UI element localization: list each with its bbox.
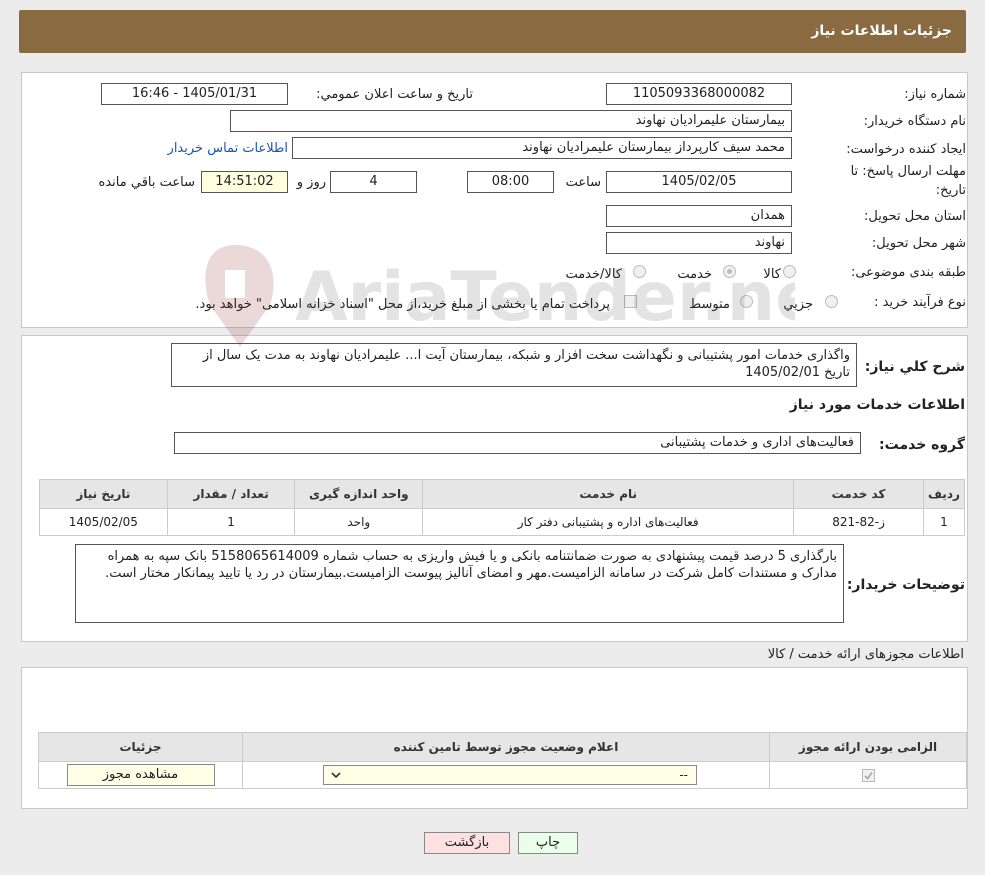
deadline-time-field: 08:00 <box>467 171 554 193</box>
remaining-time-field: 14:51:02 <box>201 171 288 193</box>
purchase-minor-label: جزيي <box>783 297 813 312</box>
creator-label: ايجاد کننده درخواست: <box>846 142 966 157</box>
creator-field: محمد سیف کارپرداز بیمارستان علیمرادیان ن… <box>292 137 792 159</box>
city-label: شهر محل تحويل: <box>871 236 966 251</box>
need-desc-textarea: واگذاری خدمات امور پشتیبانی و نگهداشت سخ… <box>171 343 857 387</box>
service-group-field: فعالیت‌های اداری و خدمات پشتیبانی <box>174 432 861 454</box>
city-field: نهاوند <box>606 232 792 254</box>
col-unit: واحد اندازه گيری <box>294 479 424 509</box>
purchase-radio-medium[interactable] <box>740 295 753 308</box>
deadline-date-label: تاريخ: <box>935 183 966 198</box>
deadline-time-label: ساعت <box>565 175 601 190</box>
print-button[interactable]: چاپ <box>518 832 578 854</box>
category-radio-service[interactable] <box>723 265 736 278</box>
treasury-checkbox[interactable] <box>624 295 637 308</box>
check-icon <box>863 771 873 780</box>
contact-info-link[interactable]: اطلاعات تماس خريدار <box>168 141 288 156</box>
province-field: همدان <box>606 205 792 227</box>
page-title: جزئیات اطلاعات نیاز <box>811 23 952 39</box>
category-goods-label: کالا <box>763 267 781 282</box>
col-permit-required: الزامی بودن ارائه مجوز <box>769 732 967 762</box>
permit-status-value: -- <box>679 768 688 782</box>
cell-qty: 1 <box>166 508 296 536</box>
need-number-field: 1105093368000082 <box>606 83 792 105</box>
category-label: طبقه بندی موضوعی: <box>850 265 966 280</box>
category-goods-service-label: کالا/خدمت <box>565 267 622 282</box>
cell-code: ز-82-821 <box>793 508 924 536</box>
purchase-radio-minor[interactable] <box>825 295 838 308</box>
purchase-medium-label: متوسط <box>689 297 730 312</box>
announce-field: 1405/01/31 - 16:46 <box>101 83 288 105</box>
chevron-down-icon <box>331 772 341 779</box>
permits-title: اطلاعات مجوزهای ارائه خدمت / کالا <box>767 647 964 662</box>
services-table: رديف کد خدمت نام خدمت واحد اندازه گيری ت… <box>39 479 966 536</box>
services-title: اطلاعات خدمات مورد نياز <box>789 397 965 413</box>
table-row: -- مشاهده مجوز <box>38 761 967 789</box>
days-label: روز و <box>296 175 326 190</box>
province-label: استان محل تحويل: <box>864 209 966 224</box>
announce-label: تاریخ و ساعت اعلان عمومي: <box>316 87 473 102</box>
col-name: نام خدمت <box>422 479 795 509</box>
col-permit-status: اعلام وضعیت مجوز توسط تامین کننده <box>242 732 770 762</box>
permits-table: الزامی بودن ارائه مجوز اعلام وضعیت مجوز … <box>38 732 967 789</box>
cell-row: 1 <box>922 508 966 536</box>
treasury-note: پرداخت تمام یا بخشی از مبلغ خرید،از محل … <box>195 297 610 312</box>
remaining-label: ساعت باقي مانده <box>98 175 195 190</box>
cell-name: فعالیت‌های اداره و پشتیبانی دفتر کار <box>422 508 795 536</box>
cell-date: 1405/02/05 <box>39 508 168 536</box>
category-radio-goods[interactable] <box>783 265 796 278</box>
permit-required-checkbox[interactable] <box>861 769 875 782</box>
deadline-date-field: 1405/02/05 <box>606 171 792 193</box>
col-date: تاريخ نياز <box>39 479 168 509</box>
category-radio-goods-service[interactable] <box>633 265 646 278</box>
cell-permit-required <box>769 761 967 789</box>
service-group-label: گروه خدمت: <box>879 437 965 453</box>
category-service-label: خدمت <box>677 267 712 282</box>
deadline-label: مهلت ارسال پاسخ: تا <box>850 164 966 179</box>
view-permit-button[interactable]: مشاهده مجوز <box>66 764 215 786</box>
buyer-org-label: نام دستگاه خريدار: <box>863 114 966 129</box>
cell-permit-status: -- <box>242 761 770 789</box>
need-number-label: شماره نیاز: <box>904 87 966 102</box>
need-desc-label: شرح کلي نياز: <box>864 359 965 375</box>
col-qty: تعداد / مقدار <box>166 479 296 509</box>
permit-status-select[interactable]: -- <box>323 765 697 785</box>
purchase-type-label: نوع فرآيند خريد : <box>874 295 966 310</box>
days-field: 4 <box>330 171 417 193</box>
table-row: 1 ز-82-821 فعالیت‌های اداره و پشتیبانی د… <box>39 508 966 536</box>
col-row: رديف <box>922 479 966 509</box>
buyer-org-field: بیمارستان علیمرادیان نهاوند <box>230 110 792 132</box>
col-permit-details: جزئیات <box>38 732 243 762</box>
back-button[interactable]: بازگشت <box>424 832 510 854</box>
cell-permit-details: مشاهده مجوز <box>38 761 243 789</box>
buyer-notes-label: توضيحات خريدار: <box>846 577 965 593</box>
col-code: کد خدمت <box>793 479 924 509</box>
page-header: جزئیات اطلاعات نیاز <box>19 10 966 53</box>
buyer-notes-textarea: بارگذاری 5 درصد قیمت پیشنهادی به صورت ضم… <box>75 544 844 623</box>
cell-unit: واحد <box>294 508 424 536</box>
